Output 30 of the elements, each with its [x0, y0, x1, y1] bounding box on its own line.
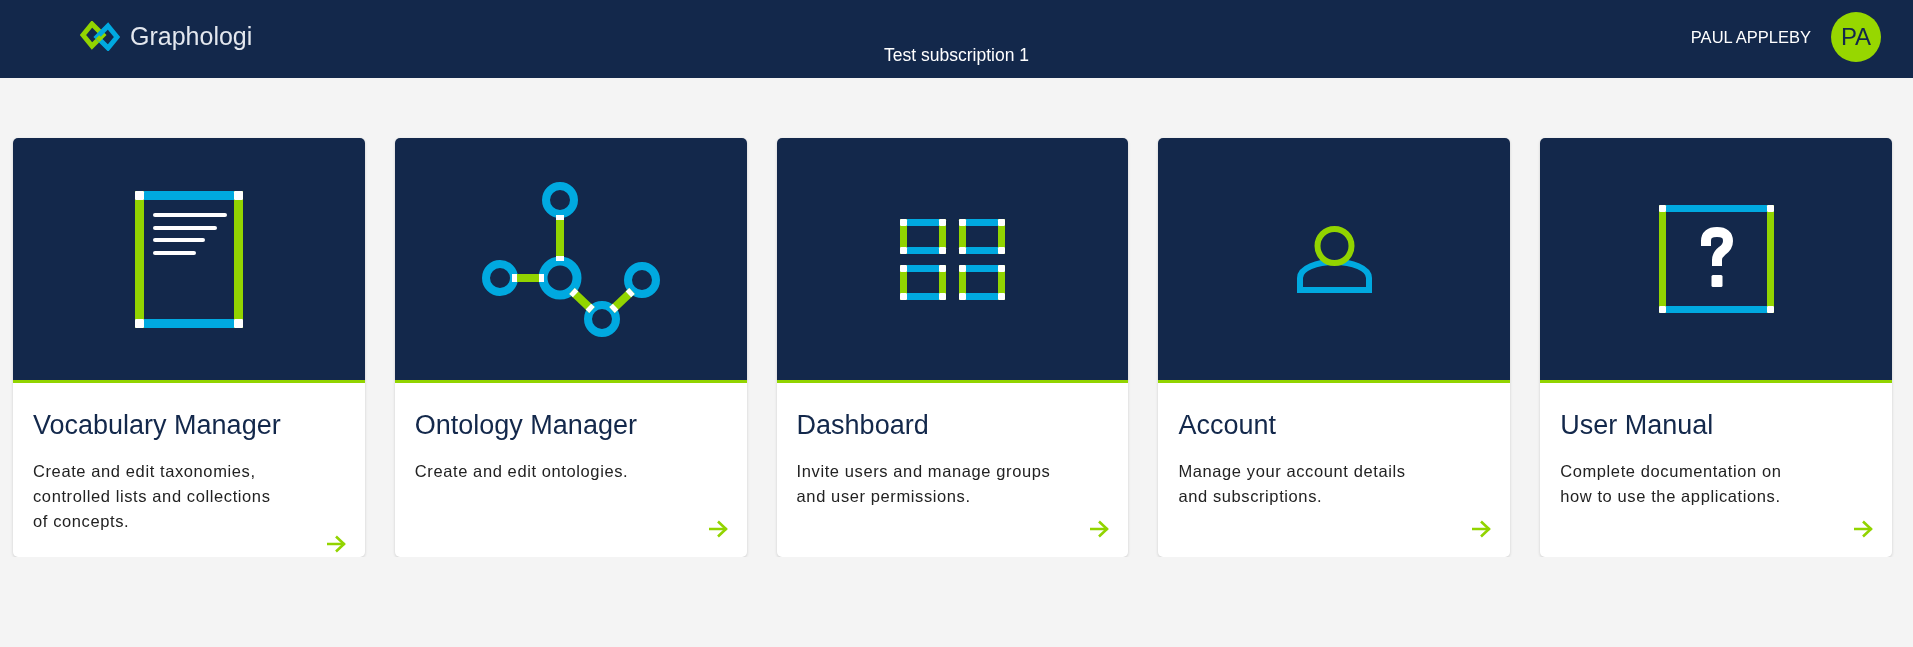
grid-icon: [900, 218, 1005, 300]
avatar[interactable]: PA: [1831, 12, 1881, 62]
app-card[interactable]: Vocabulary Manager Create and edit taxonomies, controlled lists and collections of concepts.: [13, 138, 365, 557]
card-description: Invite users and manage groups and user permissions.: [796, 461, 1052, 507]
arrow-icon: [325, 534, 347, 554]
card-title: User Manual: [1560, 409, 1714, 441]
arrow-icon: [1471, 519, 1493, 539]
card-title: Dashboard: [796, 409, 929, 441]
document-icon: [134, 190, 243, 328]
arrow-icon: [1853, 519, 1874, 539]
app-card[interactable]: Dashboard Invite users and manage groups and user permissions.: [776, 138, 1129, 557]
user-name: PAUL APPLEBY: [1690, 27, 1811, 47]
card-description: Create and edit taxonomies, controlled lists and collections of concepts.: [33, 461, 272, 532]
app-card[interactable]: User Manual Complete documentation on how to use the applications.: [1540, 138, 1892, 557]
arrow-icon: [1089, 519, 1111, 539]
card-description: Complete documentation on how to use the applications.: [1560, 461, 1783, 507]
app-name: Graphologi: [130, 21, 253, 51]
app-card[interactable]: Account Manage your account details and subscriptions.: [1158, 138, 1511, 557]
help-icon: [1658, 205, 1774, 313]
card-description: Manage your account details and subscriptions.: [1178, 461, 1407, 507]
card-title: Vocabulary Manager: [33, 409, 281, 441]
subscription-label: Test subscription 1: [884, 45, 1029, 67]
node-graph-icon: [481, 181, 660, 337]
arrow-icon: [707, 519, 729, 539]
card-description: Create and edit ontologies.: [414, 461, 629, 482]
user-icon: [1296, 225, 1372, 293]
card-title: Ontology Manager: [414, 409, 637, 441]
card-title: Account: [1178, 409, 1276, 441]
app-card[interactable]: Ontology Manager Create and edit ontologies.: [394, 138, 747, 557]
logo-icon: [80, 21, 120, 51]
